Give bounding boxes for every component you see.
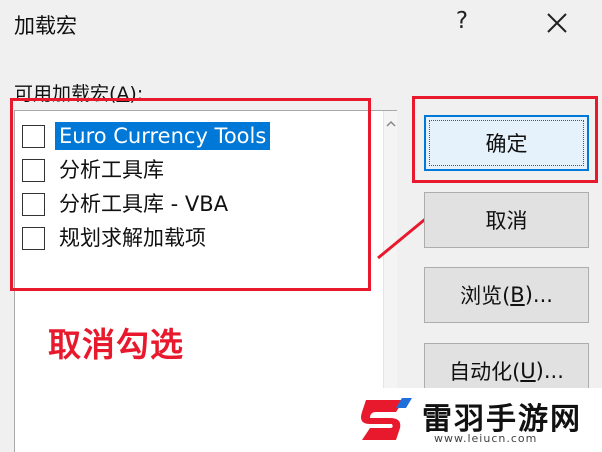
automation-button-suffix: )... <box>535 359 564 383</box>
addin-label-analysis-toolpak-vba: 分析工具库 - VBA <box>59 192 229 216</box>
watermark-logo-icon <box>361 398 412 440</box>
watermark: 雷羽手游网 www.leiucn.com <box>350 388 602 452</box>
automation-button-prefix: 自动化( <box>449 360 521 384</box>
addin-checkbox-solver[interactable] <box>22 226 45 250</box>
browse-button[interactable]: 浏览(B)... <box>424 267 589 323</box>
close-icon <box>547 13 567 33</box>
cancel-button-label: 取消 <box>485 209 528 233</box>
addin-item-euro-currency-tools[interactable]: Euro Currency Tools <box>19 121 369 151</box>
addin-item-solver[interactable]: 规划求解加载项 <box>19 223 369 253</box>
help-button[interactable]: ? <box>450 8 474 38</box>
addins-list-label-prefix: 可用加载宏( <box>14 83 117 105</box>
addin-label-analysis-toolpak: 分析工具库 <box>59 158 164 182</box>
browse-button-accel: B <box>510 283 525 307</box>
annotation-text: 取消勾选 <box>48 325 184 364</box>
addins-list-label-suffix: ): <box>129 83 144 105</box>
dialog-title: 加载宏 <box>14 14 77 38</box>
addin-label-solver: 规划求解加载项 <box>59 226 206 250</box>
addin-label-euro-currency-tools: Euro Currency Tools <box>55 122 271 150</box>
browse-button-suffix: )... <box>524 283 553 307</box>
browse-button-prefix: 浏览( <box>460 284 511 308</box>
watermark-url: www.leiucn.com <box>434 432 538 445</box>
addins-listbox[interactable]: Euro Currency Tools 分析工具库 分析工具库 - VBA 规划… <box>14 110 397 452</box>
cancel-button[interactable]: 取消 <box>424 192 589 248</box>
addins-list-label-accel: A <box>116 83 130 105</box>
close-button[interactable] <box>540 6 574 40</box>
chevron-up-icon[interactable] <box>385 117 397 131</box>
addin-checkbox-euro-currency-tools[interactable] <box>22 124 45 148</box>
addins-list-label: 可用加载宏(A): <box>14 79 143 106</box>
addin-item-analysis-toolpak-vba[interactable]: 分析工具库 - VBA <box>19 189 369 219</box>
ok-button-focus-ring <box>429 120 584 166</box>
addin-item-analysis-toolpak[interactable]: 分析工具库 <box>19 155 369 185</box>
automation-button-accel: U <box>520 359 536 383</box>
addin-checkbox-analysis-toolpak[interactable] <box>22 158 45 182</box>
addin-checkbox-analysis-toolpak-vba[interactable] <box>22 192 45 216</box>
ok-button[interactable]: 确定 <box>424 115 589 171</box>
